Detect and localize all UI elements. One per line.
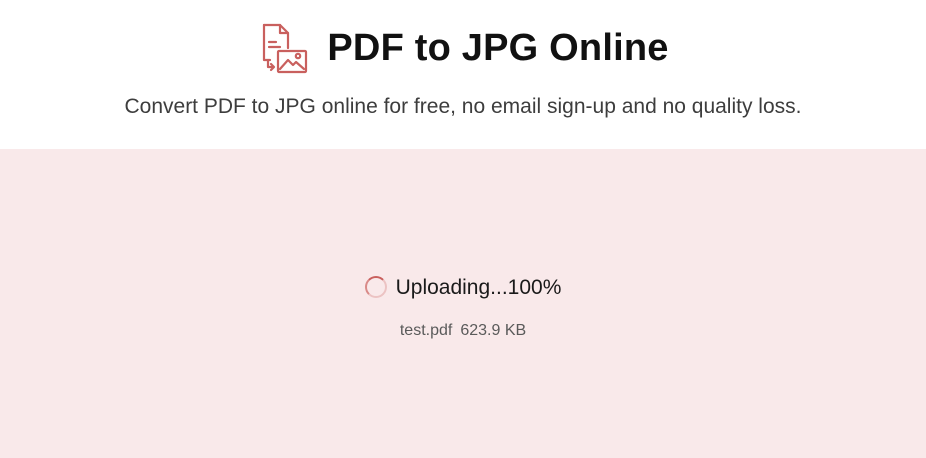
title-row: PDF to JPG Online <box>0 20 926 76</box>
header: PDF to JPG Online Convert PDF to JPG onl… <box>0 0 926 149</box>
file-size: 623.9 KB <box>460 322 527 339</box>
page-subtitle: Convert PDF to JPG online for free, no e… <box>124 95 802 118</box>
page-title: PDF to JPG Online <box>327 27 669 69</box>
loading-spinner-icon <box>364 276 387 298</box>
page: PDF to JPG Online Convert PDF to JPG onl… <box>0 0 926 458</box>
file-info: test.pdf 623.9 KB <box>0 322 926 340</box>
upload-area[interactable]: Uploading...100% test.pdf 623.9 KB <box>0 149 926 458</box>
pdf-to-image-icon <box>257 21 311 75</box>
upload-status: Uploading...100% <box>0 272 926 302</box>
upload-status-text: Uploading...100% <box>395 275 562 299</box>
file-name: test.pdf <box>399 322 453 339</box>
